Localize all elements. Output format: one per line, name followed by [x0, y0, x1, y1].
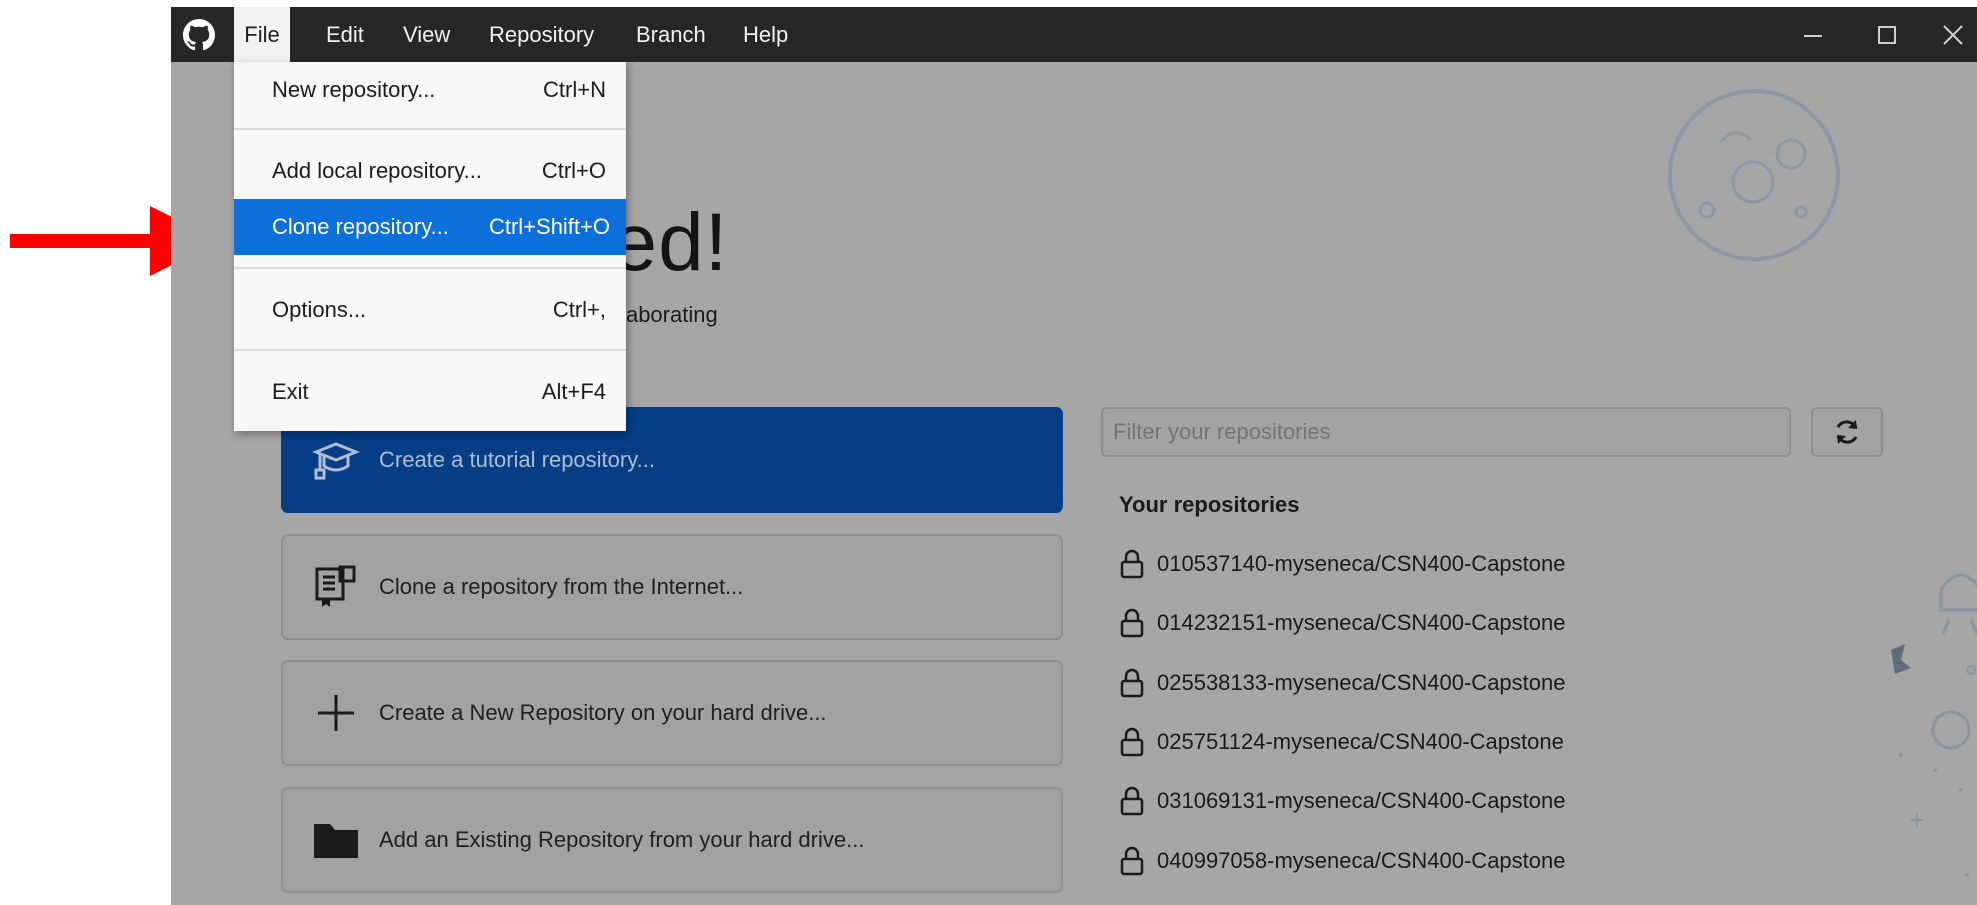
book-clone-icon: [309, 560, 363, 614]
filter-repositories-input[interactable]: [1101, 407, 1791, 457]
minimize-button[interactable]: [1783, 7, 1843, 62]
menu-file[interactable]: File: [234, 7, 290, 62]
lock-icon: [1120, 668, 1144, 698]
menu-item-shortcut: Ctrl+,: [552, 297, 606, 322]
maximize-button[interactable]: [1857, 7, 1917, 62]
folder-icon: [309, 813, 363, 867]
menu-item-shortcut: Alt+F4: [541, 379, 606, 404]
menu-separator: [234, 349, 626, 351]
clone-from-internet-label: Clone a repository from the Internet...: [379, 574, 744, 599]
minimize-icon: [1804, 34, 1822, 37]
repository-item[interactable]: 031069131-myseneca/CSN400-Capstone: [1119, 783, 1565, 819]
menu-item-label: Add local repository...: [272, 158, 482, 183]
repository-name: 014232151-myseneca/CSN400-Capstone: [1157, 610, 1566, 635]
github-logo-icon[interactable]: [183, 19, 215, 51]
file-menu-dropdown: New repository... Ctrl+N Add local repos…: [234, 62, 626, 431]
repository-name: 031069131-myseneca/CSN400-Capstone: [1157, 788, 1566, 813]
lock-icon: [1120, 846, 1144, 876]
your-repositories-heading: Your repositories: [1119, 492, 1300, 517]
menu-help[interactable]: Help: [743, 7, 788, 62]
lock-icon: [1120, 549, 1144, 579]
repository-item[interactable]: 040997058-myseneca/CSN400-Capstone: [1119, 843, 1565, 879]
create-new-repository-label: Create a New Repository on your hard dri…: [379, 700, 827, 725]
lock-icon: [1120, 786, 1144, 816]
menu-item-exit[interactable]: Exit Alt+F4: [234, 364, 626, 420]
plus-icon: [309, 686, 363, 740]
menu-item-options[interactable]: Options... Ctrl+,: [234, 282, 626, 338]
lock-icon: [1120, 727, 1144, 757]
close-button[interactable]: [1923, 7, 1977, 62]
repository-item[interactable]: 025751124-myseneca/CSN400-Capstone: [1119, 724, 1564, 760]
menu-item-label: Exit: [272, 379, 309, 404]
lock-icon: [1120, 608, 1144, 638]
window-top-edge: [171, 0, 1977, 7]
menu-item-shortcut: Ctrl+N: [543, 77, 606, 102]
close-icon: [1943, 24, 1963, 45]
menu-item-add-local-repository[interactable]: Add local repository... Ctrl+O: [234, 143, 626, 199]
repository-name: 025751124-myseneca/CSN400-Capstone: [1157, 729, 1564, 754]
repository-item[interactable]: 014232151-myseneca/CSN400-Capstone: [1119, 605, 1565, 641]
menu-branch[interactable]: Branch: [636, 7, 706, 62]
repository-item[interactable]: 025538133-myseneca/CSN400-Capstone: [1119, 665, 1565, 701]
title-bar: File Edit View Repository Branch Help: [171, 7, 1977, 62]
graduation-cap-icon: [309, 433, 363, 487]
menu-item-new-repository[interactable]: New repository... Ctrl+N: [234, 62, 626, 118]
repository-name: 010537140-myseneca/CSN400-Capstone: [1157, 551, 1566, 576]
menu-item-label: Options...: [272, 297, 367, 322]
menu-repository[interactable]: Repository: [489, 7, 594, 62]
menu-view[interactable]: View: [403, 7, 450, 62]
clone-from-internet-button[interactable]: Clone a repository from the Internet...: [281, 534, 1063, 640]
refresh-icon: [1836, 420, 1858, 444]
add-existing-repository-label: Add an Existing Repository from your har…: [379, 827, 865, 852]
moon-illustration-icon: [1668, 89, 1840, 261]
menu-separator: [234, 267, 626, 269]
menu-item-shortcut: Ctrl+O: [541, 158, 606, 183]
add-existing-repository-button[interactable]: Add an Existing Repository from your har…: [281, 787, 1063, 893]
create-new-repository-button[interactable]: Create a New Repository on your hard dri…: [281, 660, 1063, 766]
repository-name: 025538133-myseneca/CSN400-Capstone: [1157, 670, 1566, 695]
menu-item-label: New repository...: [272, 77, 436, 102]
repository-item[interactable]: 010537140-myseneca/CSN400-Capstone: [1119, 546, 1565, 582]
menu-item-shortcut: Ctrl+Shift+O: [488, 214, 610, 239]
repository-name: 040997058-myseneca/CSN400-Capstone: [1157, 848, 1566, 873]
maximize-icon: [1878, 25, 1896, 44]
refresh-button[interactable]: [1811, 407, 1883, 457]
menu-item-clone-repository[interactable]: Clone repository... Ctrl+Shift+O: [234, 199, 626, 255]
create-tutorial-repository-label: Create a tutorial repository...: [379, 447, 655, 472]
menu-item-label: Clone repository...: [272, 214, 449, 239]
space-decoration-icon: [1891, 573, 1977, 877]
menu-edit[interactable]: Edit: [326, 7, 364, 62]
github-desktop-window: File Edit View Repository Branch Help ta…: [171, 0, 1977, 905]
menu-separator: [234, 128, 626, 130]
